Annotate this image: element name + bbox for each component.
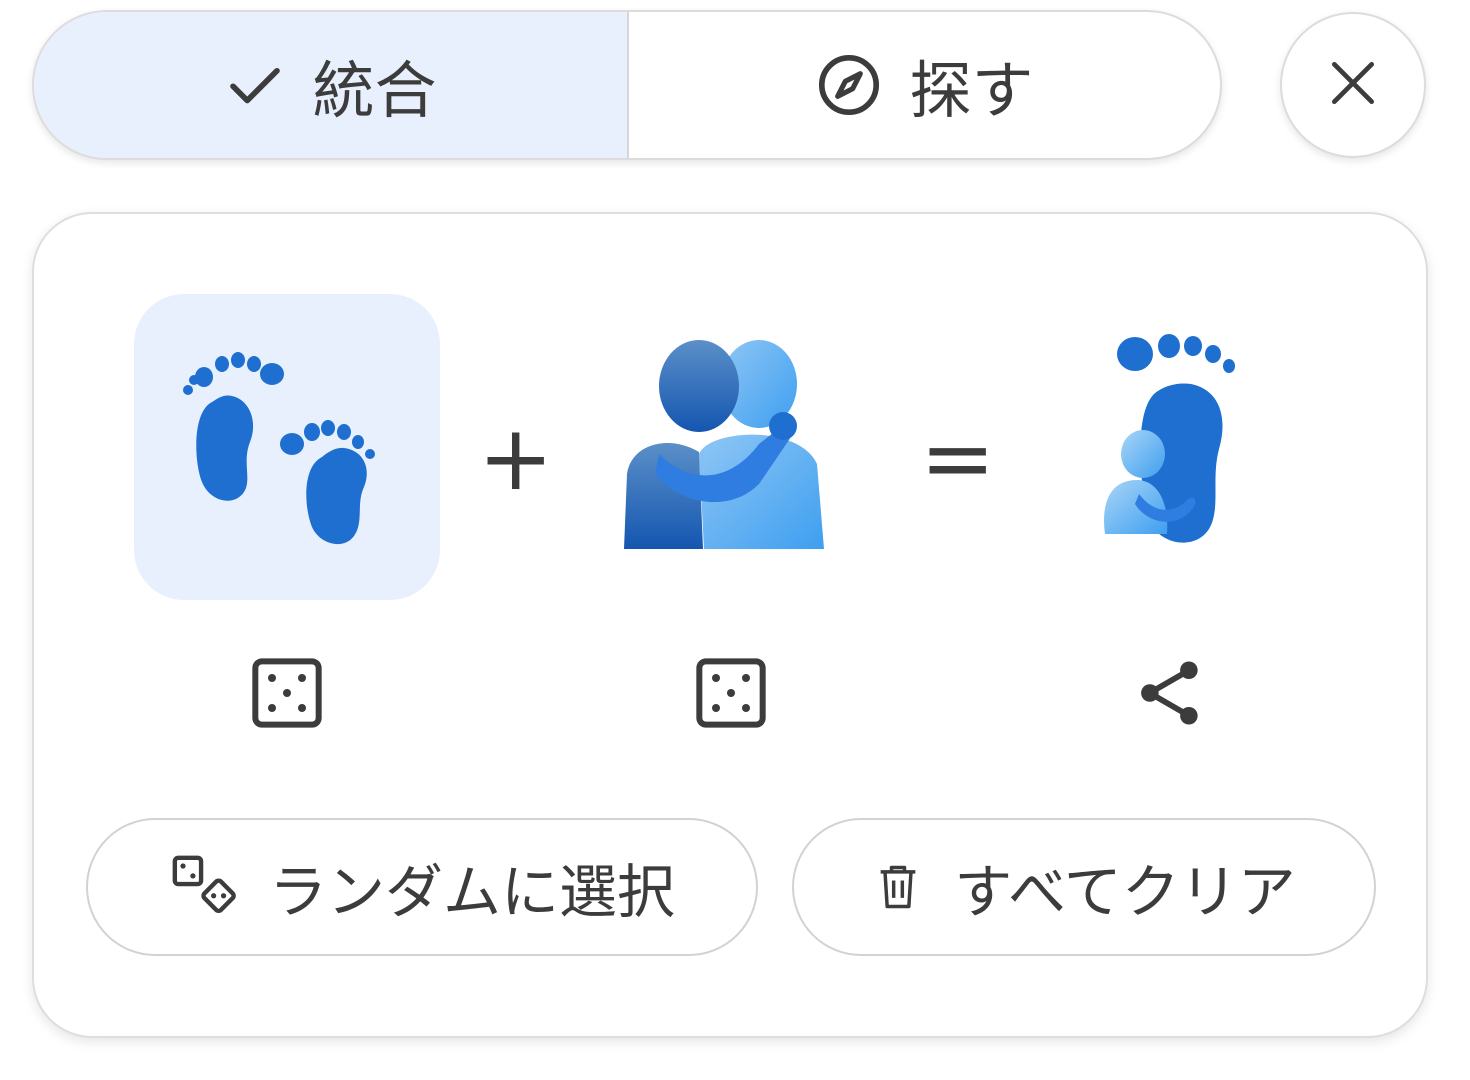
equals-sign: = — [920, 406, 996, 511]
tab-explore-label: 探す — [909, 54, 1034, 127]
clear-all-label: すべてクリア — [954, 858, 1296, 926]
trash-icon — [880, 865, 916, 909]
footprint-hugging-emoji — [1104, 334, 1235, 543]
randomize-second-button[interactable] — [676, 638, 786, 748]
share-icon — [1141, 661, 1198, 725]
check-icon — [224, 54, 286, 116]
emoji-mixer-card: + = ランダムに選択 すべてクリア — [32, 212, 1428, 1038]
random-select-button[interactable]: ランダムに選択 — [86, 818, 758, 956]
close-button[interactable] — [1280, 12, 1426, 158]
mode-toggle: 統合 探す — [32, 10, 1222, 160]
tab-explore[interactable]: 探す — [627, 12, 1220, 158]
compass-icon — [815, 51, 883, 119]
dice-icon — [252, 658, 322, 728]
second-emoji-slot[interactable] — [594, 314, 854, 574]
tab-merge-label: 統合 — [312, 54, 437, 127]
clear-all-button[interactable]: すべてクリア — [792, 818, 1376, 956]
randomize-first-button[interactable] — [232, 638, 342, 748]
people-hugging-emoji — [624, 340, 824, 549]
plus-sign: + — [478, 406, 554, 511]
close-icon — [1325, 55, 1381, 115]
dice-pair-icon — [172, 855, 236, 913]
dice-icon — [696, 658, 766, 728]
random-select-label: ランダムに選択 — [268, 858, 675, 926]
share-button[interactable] — [1116, 638, 1226, 748]
footprints-emoji — [183, 352, 375, 545]
result-emoji — [1064, 314, 1304, 574]
tab-merge[interactable]: 統合 — [34, 12, 627, 158]
first-emoji-slot[interactable] — [134, 294, 440, 600]
